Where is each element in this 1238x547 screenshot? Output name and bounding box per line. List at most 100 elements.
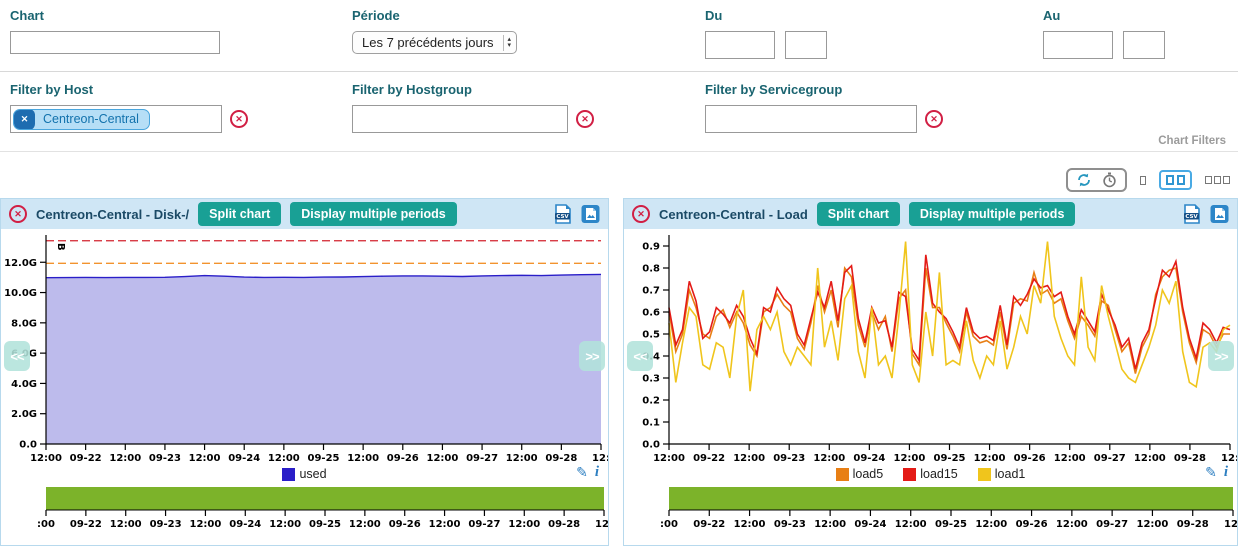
- disk-timeline-selector[interactable]: :0009-2212:0009-2312:0009-2412:0009-2512…: [1, 487, 608, 531]
- filter-by-hostgroup-label: Filter by Hostgroup: [352, 82, 705, 97]
- svg-text:12:00: 12:00: [813, 453, 845, 461]
- svg-text:0.2: 0.2: [642, 396, 660, 407]
- export-csv-icon[interactable]: CSV: [1183, 204, 1201, 224]
- svg-text:8.0G: 8.0G: [11, 318, 37, 329]
- clear-hostgroup-filter-icon[interactable]: ✕: [576, 110, 594, 128]
- svg-text:12:00: 12:00: [506, 453, 538, 461]
- svg-text:09-26: 09-26: [387, 453, 419, 461]
- svg-text:09-27: 09-27: [1094, 453, 1126, 461]
- edit-chart-icon[interactable]: ✎: [1205, 464, 1217, 481]
- svg-text:09-24: 09-24: [853, 453, 885, 461]
- svg-text:12:00: 12:00: [190, 519, 222, 530]
- host-tag: ✕ Centreon-Central: [13, 109, 150, 130]
- legend-label: load5: [853, 467, 884, 481]
- svg-text:12:00: 12:00: [1137, 519, 1169, 530]
- chart-info-icon[interactable]: i: [595, 464, 599, 481]
- load-chart-panel: ✕ Centreon-Central - Load Split chart Di…: [623, 198, 1238, 546]
- split-chart-button[interactable]: Split chart: [817, 202, 900, 226]
- host-filter-input[interactable]: ✕ Centreon-Central: [10, 105, 222, 133]
- svg-text:12:00: 12:00: [733, 453, 765, 461]
- close-disk-chart-icon[interactable]: ✕: [9, 205, 27, 223]
- svg-text:12:: 12:: [1221, 453, 1237, 461]
- scroll-right-button[interactable]: >>: [1208, 341, 1234, 371]
- load-timeline-selector[interactable]: :0009-2212:0009-2312:0009-2412:0009-2512…: [624, 487, 1237, 531]
- legend-swatch: [903, 468, 916, 481]
- au-time-input[interactable]: [1123, 31, 1165, 59]
- display-multiple-periods-button[interactable]: Display multiple periods: [290, 202, 456, 226]
- svg-text:12:00: 12:00: [653, 453, 685, 461]
- svg-text:09-27: 09-27: [466, 453, 498, 461]
- svg-text:0.3: 0.3: [642, 374, 660, 385]
- svg-text:09-27: 09-27: [1096, 519, 1128, 530]
- one-column-view-icon[interactable]: [1140, 176, 1146, 185]
- split-chart-button[interactable]: Split chart: [198, 202, 281, 226]
- au-date-input[interactable]: [1043, 31, 1113, 59]
- two-column-view-icon[interactable]: [1159, 170, 1192, 190]
- svg-text:09-24: 09-24: [228, 453, 260, 461]
- legend-label: used: [299, 467, 326, 481]
- periode-select[interactable]: Les 7 précédents jours ▴▾: [352, 31, 517, 54]
- svg-text:09-24: 09-24: [229, 519, 261, 530]
- legend-item-load15[interactable]: load15: [903, 467, 958, 481]
- svg-text:12:00: 12:00: [1134, 453, 1166, 461]
- refresh-controls-group: [1066, 168, 1127, 192]
- two-col-square: [1177, 175, 1185, 185]
- svg-text:12:00: 12:00: [189, 453, 221, 461]
- svg-text:09-28: 09-28: [545, 453, 577, 461]
- scroll-left-button[interactable]: <<: [4, 341, 30, 371]
- refresh-icon[interactable]: [1076, 172, 1092, 188]
- export-csv-icon[interactable]: CSV: [554, 204, 572, 224]
- svg-text:4.0G: 4.0G: [11, 379, 37, 390]
- svg-text:09-22: 09-22: [70, 453, 102, 461]
- periode-selected-value: Les 7 précédents jours: [362, 35, 494, 50]
- legend-item-load5[interactable]: load5: [836, 467, 884, 481]
- du-time-input[interactable]: [785, 31, 827, 59]
- legend-swatch: [282, 468, 295, 481]
- svg-text:09-25: 09-25: [935, 519, 967, 530]
- svg-text:12.0G: 12.0G: [4, 258, 37, 269]
- edit-chart-icon[interactable]: ✎: [576, 464, 588, 481]
- svg-text:12:00: 12:00: [734, 519, 766, 530]
- chart-info-icon[interactable]: i: [1224, 464, 1228, 481]
- chart-filters-section: Chart Période Les 7 précédents jours ▴▾ …: [0, 0, 1238, 152]
- three-column-view-icon[interactable]: [1205, 176, 1230, 184]
- svg-text:12:00: 12:00: [110, 519, 142, 530]
- scroll-left-button[interactable]: <<: [627, 341, 653, 371]
- svg-text:12:00: 12:00: [429, 519, 461, 530]
- disk-chart-panel: ✕ Centreon-Central - Disk-/ Split chart …: [0, 198, 609, 546]
- svg-text:12:00: 12:00: [349, 519, 381, 530]
- svg-text:09-23: 09-23: [150, 519, 182, 530]
- du-field-label: Du: [705, 8, 1043, 23]
- svg-text:0.7: 0.7: [642, 286, 660, 297]
- svg-text:09-25: 09-25: [309, 519, 341, 530]
- legend-item-load1[interactable]: load1: [978, 467, 1026, 481]
- svg-text:12:00: 12:00: [974, 453, 1006, 461]
- svg-text:10.0G: 10.0G: [4, 288, 37, 299]
- svg-text:B: B: [55, 243, 66, 251]
- legend-item-used[interactable]: used: [282, 467, 326, 481]
- du-date-input[interactable]: [705, 31, 775, 59]
- hostgroup-filter-input[interactable]: [352, 105, 568, 133]
- svg-text:09-26: 09-26: [1016, 519, 1048, 530]
- chart-search-input[interactable]: [10, 31, 220, 54]
- svg-text:12:00: 12:00: [1054, 453, 1086, 461]
- remove-host-tag-icon[interactable]: ✕: [14, 109, 35, 130]
- export-image-icon[interactable]: [581, 204, 600, 224]
- svg-text:09-28: 09-28: [548, 519, 580, 530]
- export-image-icon[interactable]: [1210, 204, 1229, 224]
- servicegroup-filter-input[interactable]: [705, 105, 917, 133]
- svg-text:12:: 12:: [592, 453, 608, 461]
- svg-text:0.0: 0.0: [19, 440, 37, 451]
- scroll-right-button[interactable]: >>: [579, 341, 605, 371]
- svg-text:2.0G: 2.0G: [11, 409, 37, 420]
- three-col-square: [1205, 176, 1212, 184]
- svg-text:09-25: 09-25: [934, 453, 966, 461]
- chart-field-label: Chart: [10, 8, 352, 23]
- display-multiple-periods-button[interactable]: Display multiple periods: [909, 202, 1075, 226]
- charts-toolbar: [0, 152, 1238, 198]
- load-chart-title: Centreon-Central - Load: [659, 207, 808, 222]
- clear-servicegroup-filter-icon[interactable]: ✕: [925, 110, 943, 128]
- timer-icon[interactable]: [1102, 172, 1117, 188]
- close-load-chart-icon[interactable]: ✕: [632, 205, 650, 223]
- clear-host-filter-icon[interactable]: ✕: [230, 110, 248, 128]
